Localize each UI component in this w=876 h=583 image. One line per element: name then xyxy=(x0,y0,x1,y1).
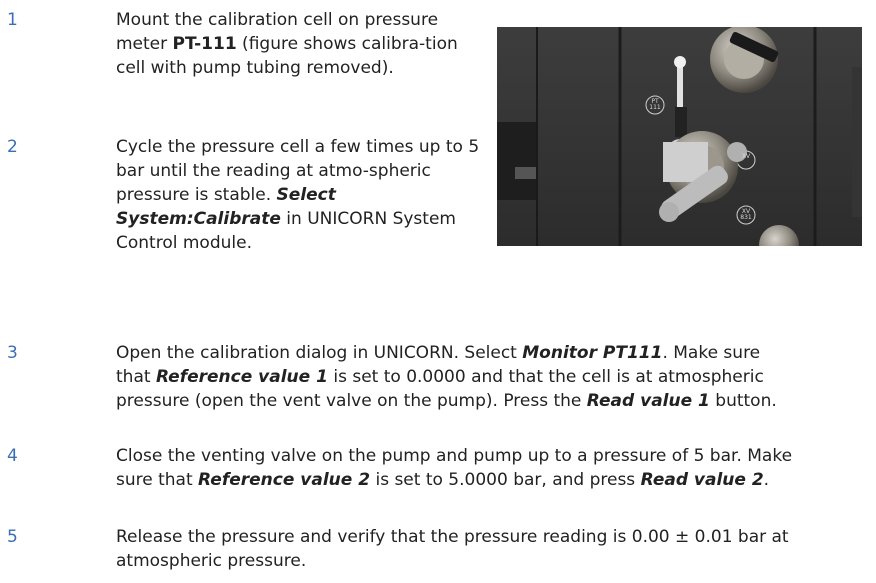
text-run-bold-italic: Read value 1 xyxy=(586,391,710,411)
step-number: 4 xyxy=(7,446,18,466)
step-text: Release the pressure and verify that the… xyxy=(116,525,806,573)
text-run-bold-italic: Monitor PT111 xyxy=(522,343,663,363)
step-number: 5 xyxy=(7,527,18,547)
step-number: 3 xyxy=(7,343,18,363)
text-run: . xyxy=(763,470,770,490)
text-run: Release the pressure and verify that the… xyxy=(116,527,789,571)
step-number: 2 xyxy=(7,137,18,157)
text-run-bold-italic: Read value 2 xyxy=(640,470,764,490)
step-number: 1 xyxy=(7,10,18,30)
step-text: Open the calibration dialog in UNICORN. … xyxy=(116,341,796,413)
step-text: Cycle the pressure cell a few times up t… xyxy=(116,135,486,255)
calibration-cell-photo: PT 111 XV XV 831 xyxy=(497,27,862,246)
step-text: Close the venting valve on the pump and … xyxy=(116,444,806,492)
panel-label: XV xyxy=(742,153,751,160)
text-run: Open the calibration dialog in UNICORN. … xyxy=(116,343,523,363)
text-run: button. xyxy=(709,391,777,411)
step-text: Mount the calibration cell on pressure m… xyxy=(116,8,486,80)
text-run-bold-italic: Reference value 1 xyxy=(155,367,328,387)
text-run-bold-italic: Reference value 2 xyxy=(198,470,371,490)
text-run: is set to 5.0000 bar, and press xyxy=(370,470,641,490)
text-run-bold: PT-111 xyxy=(172,34,237,54)
